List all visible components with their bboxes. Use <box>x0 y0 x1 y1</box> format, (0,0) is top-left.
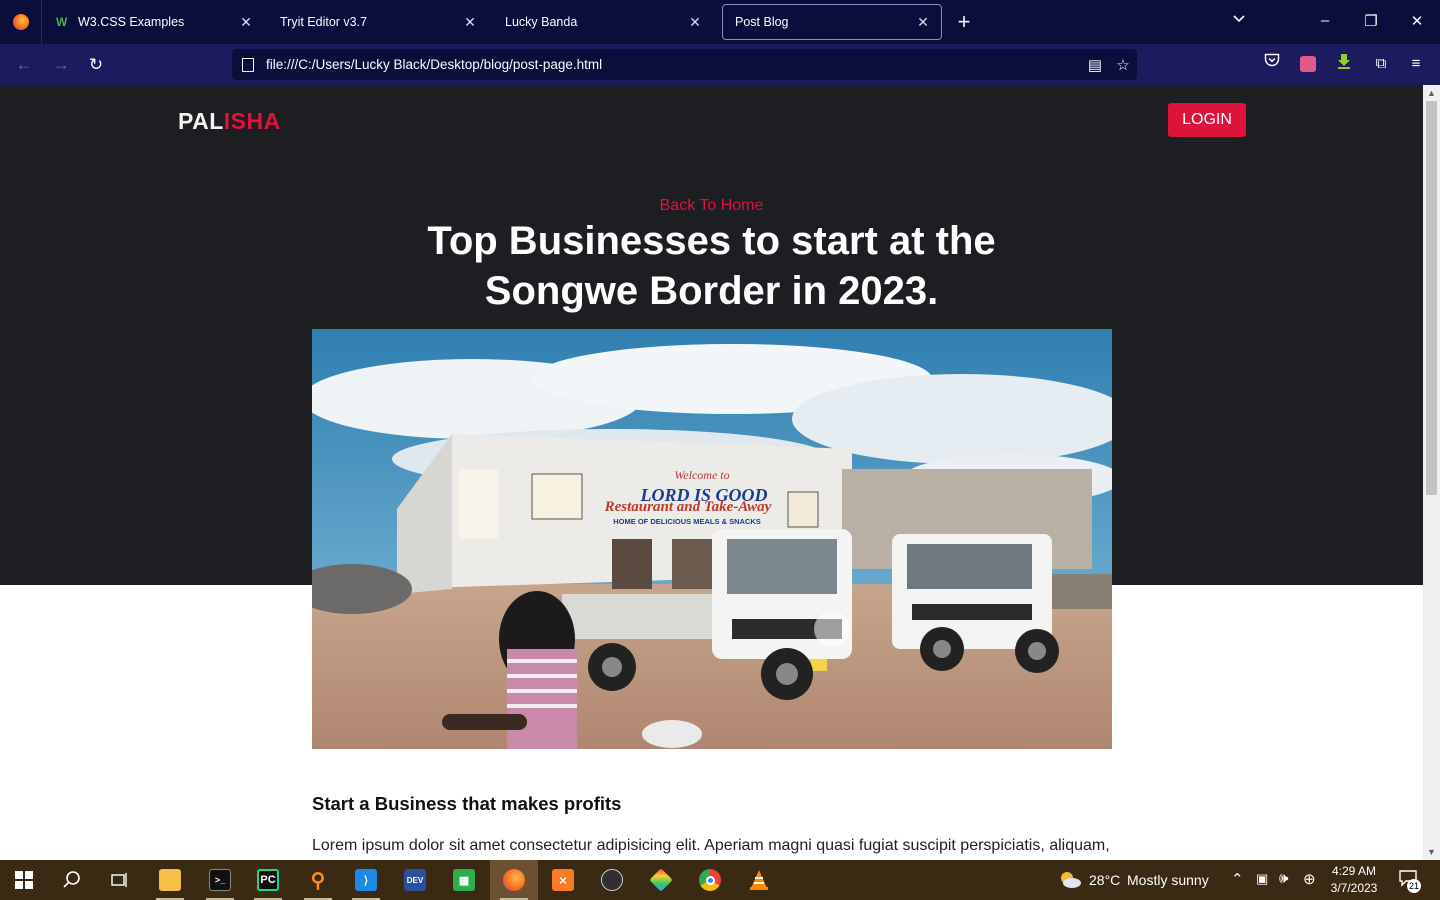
back-to-home-link[interactable]: Back To Home <box>0 197 1423 215</box>
reload-icon[interactable]: ↻ <box>85 54 107 76</box>
post-title: Top Businesses to start at the Songwe Bo… <box>360 216 1063 316</box>
windows-taskbar: >_ PC ⚲ ⟩ DEV ▦ ⨯ 28°C Mostly sunny ⌃ ▣ … <box>0 860 1440 900</box>
xampp-icon[interactable]: ⨯ <box>539 860 587 900</box>
window-close-icon[interactable]: ✕ <box>1407 12 1427 30</box>
logo-text-isha: ISHA <box>223 108 281 134</box>
obs-icon[interactable] <box>588 860 636 900</box>
windows-logo-icon <box>15 871 33 889</box>
search-app-icon[interactable]: ⚲ <box>294 860 342 900</box>
system-clock[interactable]: 4:29 AM 3/7/2023 <box>1328 863 1380 897</box>
weather-icon[interactable] <box>1058 869 1082 891</box>
tab-title: W3.CSS Examples <box>78 15 185 29</box>
clock-date: 3/7/2023 <box>1330 881 1378 895</box>
weather-temp[interactable]: 28°C <box>1089 872 1120 888</box>
firefox-menu-button[interactable] <box>0 0 42 44</box>
close-icon[interactable]: ✕ <box>687 14 703 30</box>
network-globe-icon[interactable]: ⊕ <box>1303 870 1316 888</box>
bookmark-star-icon[interactable]: ☆ <box>1109 56 1137 74</box>
dev-cpp-icon[interactable]: DEV <box>391 860 439 900</box>
pycharm-icon[interactable]: PC <box>244 860 292 900</box>
vscode-icon[interactable]: ⟩ <box>342 860 390 900</box>
tab-w3css-examples[interactable]: W W3.CSS Examples ✕ <box>44 4 264 40</box>
notification-count-badge: 21 <box>1407 879 1421 893</box>
search-icon[interactable] <box>48 860 96 900</box>
back-arrow-icon[interactable]: ← <box>13 54 35 76</box>
close-icon[interactable]: ✕ <box>238 14 254 30</box>
post-paragraph: Lorem ipsum dolor sit amet consectetur a… <box>312 837 1110 854</box>
section-heading: Start a Business that makes profits <box>312 793 622 814</box>
download-icon[interactable] <box>1333 53 1355 75</box>
close-icon[interactable]: ✕ <box>915 14 931 30</box>
sign-tagline-text: HOME OF DELICIOUS MEALS & SNACKS <box>613 517 761 526</box>
clock-time: 4:29 AM <box>1331 864 1377 878</box>
extension-pink-icon[interactable] <box>1297 53 1319 75</box>
tab-title: Lucky Banda <box>505 15 578 29</box>
sign-restaurant-text: Restaurant and Take-Away <box>604 499 772 515</box>
vlc-icon[interactable] <box>735 860 783 900</box>
meet-now-icon[interactable]: ▣ <box>1256 871 1268 887</box>
page-icon <box>242 57 254 72</box>
pocket-icon[interactable] <box>1261 53 1283 75</box>
notification-center-icon[interactable]: 21 <box>1398 869 1422 893</box>
page-viewport: PALISHA LOGIN Back To Home Top Businesse… <box>0 85 1423 860</box>
login-button[interactable]: LOGIN <box>1168 103 1246 137</box>
restore-icon[interactable]: ❐ <box>1361 12 1381 30</box>
forward-arrow-icon[interactable]: → <box>50 54 72 76</box>
task-view-icon[interactable] <box>96 860 144 900</box>
tab-lucky-banda[interactable]: Lucky Banda ✕ <box>493 4 713 40</box>
post-featured-image: Welcome to LORD IS GOOD Restaurant and T… <box>312 329 1112 749</box>
tab-title: Tryit Editor v3.7 <box>280 15 368 29</box>
anki-icon[interactable]: ▦ <box>440 860 488 900</box>
weather-text[interactable]: Mostly sunny <box>1127 872 1209 888</box>
start-button[interactable] <box>0 860 48 900</box>
chrome-icon[interactable] <box>686 860 734 900</box>
sign-welcome-text: Welcome to <box>674 468 729 482</box>
page-scrollbar[interactable]: ▲ ▼ <box>1423 85 1440 860</box>
volume-icon[interactable]: 🕪 <box>1279 870 1288 887</box>
post-title-line-1: Top Businesses to start at the <box>427 219 996 263</box>
firefox-taskbar-icon[interactable] <box>490 860 538 900</box>
terminal-icon[interactable]: >_ <box>196 860 244 900</box>
extensions-puzzle-icon[interactable]: ⧉ <box>1370 53 1392 75</box>
hamburger-menu-icon[interactable]: ≡ <box>1405 53 1427 75</box>
tab-bar: W W3.CSS Examples ✕ Tryit Editor v3.7 ✕ … <box>0 0 1440 44</box>
scroll-down-arrow-icon[interactable]: ▼ <box>1423 845 1440 859</box>
list-all-tabs-chevron-icon[interactable] <box>1232 12 1246 29</box>
url-text[interactable]: file:///C:/Users/Lucky Black/Desktop/blo… <box>266 57 1081 72</box>
w3schools-icon: W <box>56 15 68 29</box>
scroll-up-arrow-icon[interactable]: ▲ <box>1423 86 1440 100</box>
git-app-icon[interactable] <box>637 860 685 900</box>
close-icon[interactable]: ✕ <box>462 14 478 30</box>
file-explorer-icon[interactable] <box>146 860 194 900</box>
navigation-toolbar: ← → ↻ file:///C:/Users/Lucky Black/Deskt… <box>0 44 1440 85</box>
tab-title: Post Blog <box>735 15 789 29</box>
site-logo[interactable]: PALISHA <box>178 108 281 135</box>
post-title-line-2: Songwe Border in 2023. <box>484 269 939 313</box>
tab-tryit-editor[interactable]: Tryit Editor v3.7 ✕ <box>268 4 488 40</box>
address-bar[interactable]: file:///C:/Users/Lucky Black/Desktop/blo… <box>232 49 1137 80</box>
reader-view-icon[interactable]: ▤ <box>1081 56 1109 74</box>
scroll-thumb[interactable] <box>1426 101 1437 495</box>
minimize-icon[interactable]: – <box>1315 12 1335 29</box>
firefox-icon <box>12 14 29 30</box>
tab-post-blog[interactable]: Post Blog ✕ <box>722 4 942 40</box>
show-hidden-icons-chevron-icon[interactable]: ⌃ <box>1231 870 1244 888</box>
new-tab-button[interactable]: + <box>954 11 974 33</box>
logo-text-pal: PAL <box>178 108 224 134</box>
